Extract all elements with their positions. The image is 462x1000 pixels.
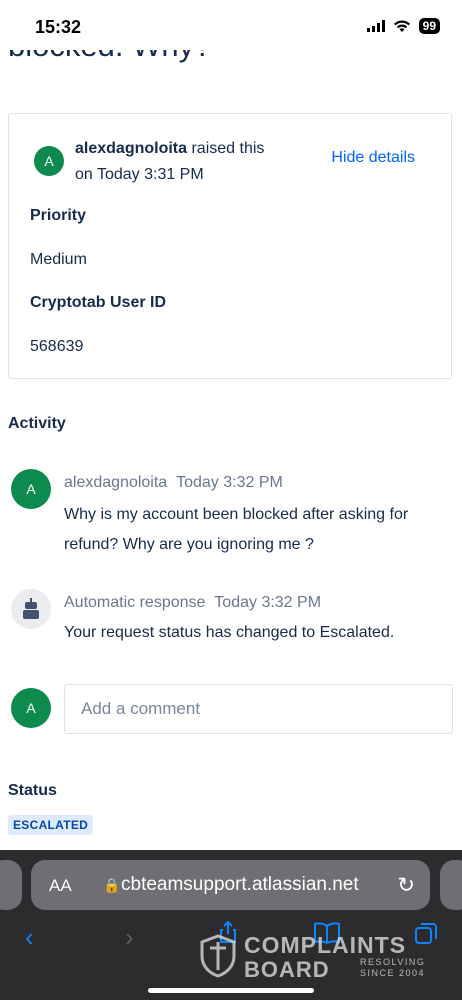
wifi-icon bbox=[393, 19, 410, 32]
status-title: Status bbox=[8, 782, 57, 799]
raised-info: alexdagnoloita raised this on Today 3:31… bbox=[75, 136, 305, 188]
forward-icon[interactable]: › bbox=[125, 922, 134, 953]
watermark-line1: COMPLAINTS bbox=[244, 932, 407, 958]
robot-icon bbox=[23, 598, 39, 619]
priority-value: Medium bbox=[30, 251, 87, 268]
activity-avatar: A bbox=[11, 469, 51, 509]
avatar-letter: A bbox=[26, 700, 36, 716]
battery-level: 99 bbox=[418, 18, 440, 34]
page-title: blocked. Why? bbox=[8, 50, 211, 64]
lock-icon: 🔒 bbox=[103, 877, 121, 893]
watermark-tag1: RESOLVING bbox=[360, 957, 426, 967]
details-card: A alexdagnoloita raised this on Today 3:… bbox=[8, 113, 452, 379]
avatar-letter: A bbox=[44, 153, 54, 169]
user-id-label: Cryptotab User ID bbox=[30, 294, 167, 311]
complaintsboard-watermark: COMPLAINTS BOARD RESOLVING SINCE 2004 bbox=[200, 930, 424, 982]
previous-tab-pill[interactable] bbox=[0, 860, 22, 910]
activity-comment: Why is my account been blocked after ask… bbox=[64, 506, 409, 553]
signal-icon bbox=[366, 20, 385, 32]
watermark-tagline: RESOLVING SINCE 2004 bbox=[360, 957, 425, 979]
activity-title: Activity bbox=[8, 415, 66, 432]
avatar-letter: A bbox=[26, 481, 36, 497]
watermark-tag2: SINCE 2004 bbox=[360, 968, 426, 978]
activity-meta: alexdagnoloita Today 3:32 PM bbox=[64, 474, 283, 492]
status-time: 15:32 bbox=[35, 17, 82, 37]
activity-time: Today 3:32 PM bbox=[176, 474, 283, 491]
reporter-name: alexdagnoloita bbox=[75, 140, 188, 157]
status-badge: ESCALATED bbox=[8, 815, 94, 835]
priority-label: Priority bbox=[30, 207, 87, 224]
user-id-value: 568639 bbox=[30, 338, 84, 355]
shield-logo-icon bbox=[200, 934, 236, 978]
comment-input[interactable]: Add a comment bbox=[64, 684, 453, 734]
status-bar: 15:32 99 bbox=[0, 0, 462, 50]
reporter-avatar: A bbox=[34, 146, 64, 176]
next-tab-pill[interactable] bbox=[440, 860, 462, 910]
activity-meta: Automatic response Today 3:32 PM bbox=[64, 594, 321, 612]
status-icons: 99 bbox=[366, 18, 440, 34]
reader-settings-button[interactable]: AA bbox=[49, 876, 72, 896]
raised-suffix: raised this bbox=[187, 140, 265, 157]
reload-icon[interactable]: ↻ bbox=[397, 873, 415, 898]
page-title-clipped: blocked. Why? bbox=[0, 50, 462, 66]
activity-comment: Your request status has changed to Escal… bbox=[64, 624, 395, 641]
comment-avatar: A bbox=[11, 688, 51, 728]
activity-author: alexdagnoloita bbox=[64, 474, 168, 491]
hide-details-link[interactable]: Hide details bbox=[331, 149, 415, 167]
watermark-line2: BOARD bbox=[244, 957, 330, 982]
activity-author: Automatic response bbox=[64, 594, 206, 611]
activity-time: Today 3:32 PM bbox=[214, 594, 322, 611]
url-text[interactable]: cbteamsupport.atlassian.net bbox=[121, 874, 359, 896]
raised-time: on Today 3:31 PM bbox=[75, 166, 204, 183]
back-icon[interactable]: ‹ bbox=[25, 922, 34, 953]
bot-avatar bbox=[11, 589, 51, 629]
home-indicator bbox=[148, 988, 314, 993]
address-bar[interactable]: AA 🔒 cbteamsupport.atlassian.net ↻ bbox=[31, 860, 430, 910]
